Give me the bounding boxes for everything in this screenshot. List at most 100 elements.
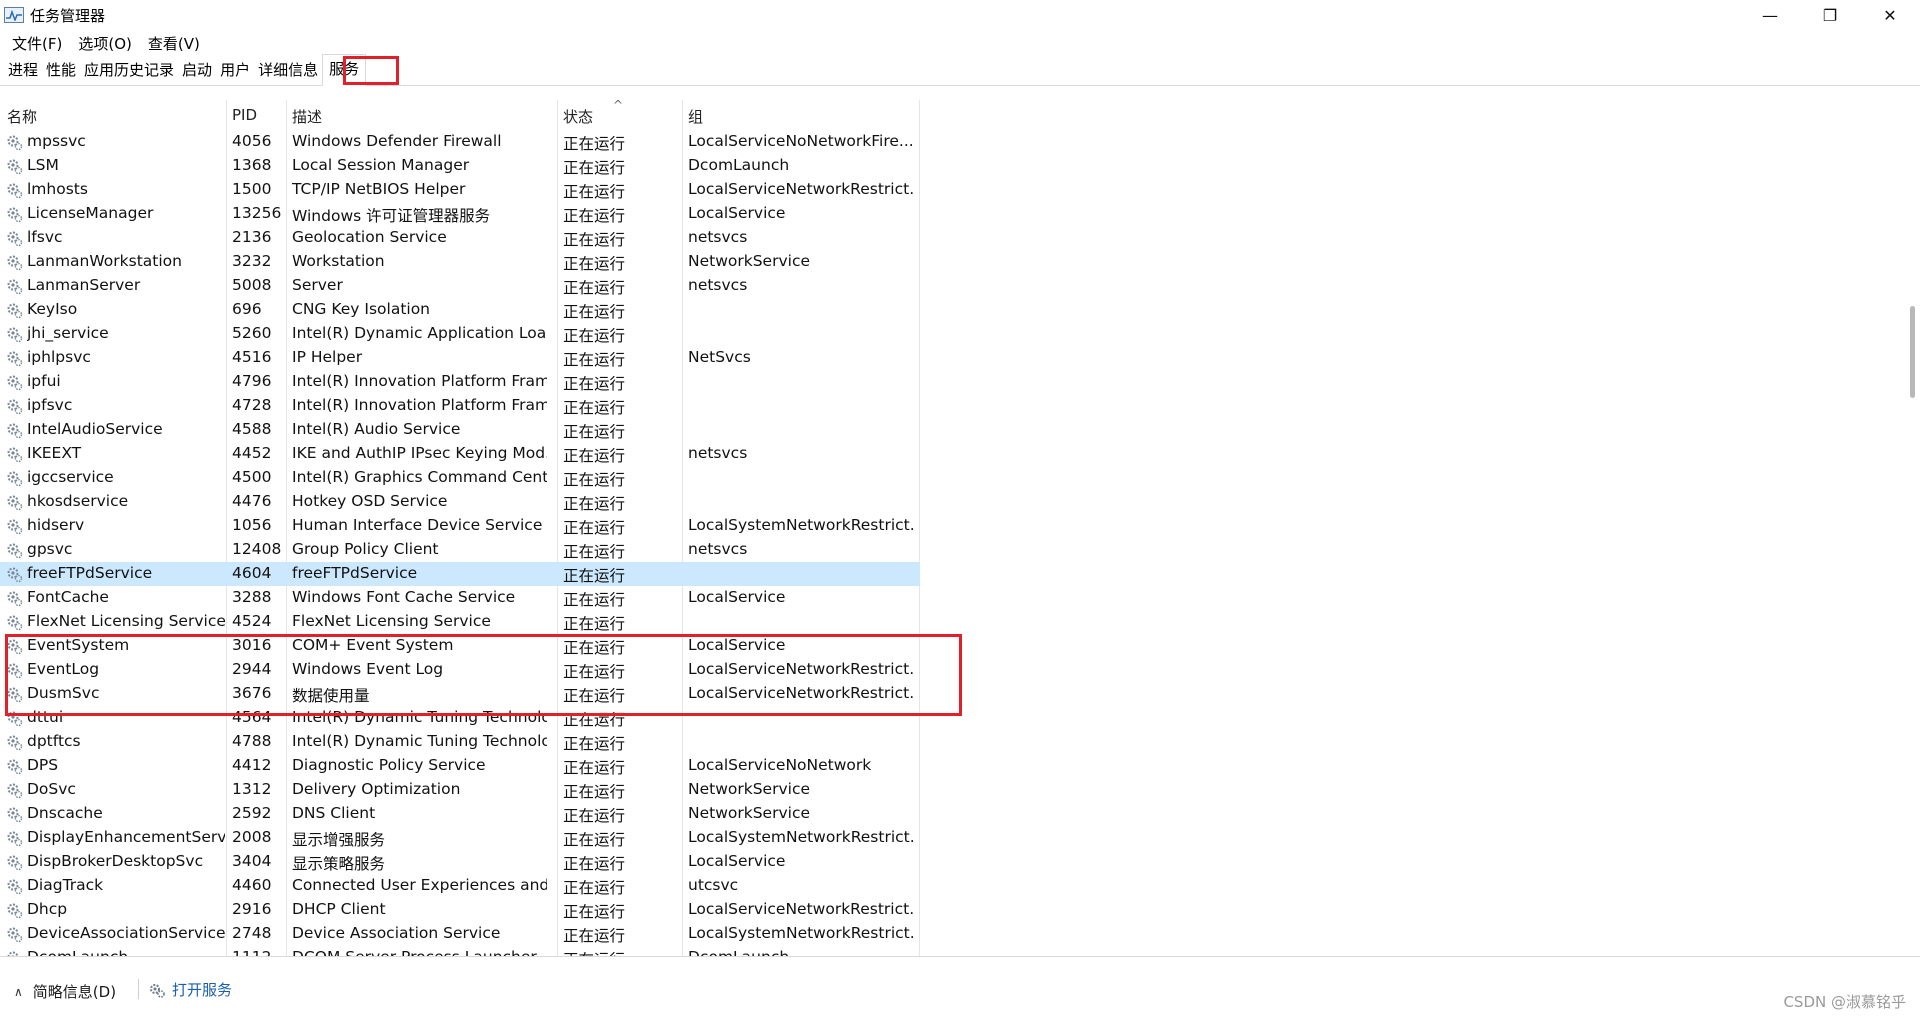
table-row[interactable]: DPS 4412 Diagnostic Policy Service 正在运行 Loca… [0,754,920,778]
menu-file[interactable]: 文件(F) [4,31,70,56]
service-group: utcsvc [688,876,739,894]
minimize-button[interactable]: — [1740,0,1800,30]
service-name: LSM [27,156,59,174]
service-description: Windows Defender Firewall [292,132,502,150]
scrollbar-thumb[interactable] [1910,306,1915,398]
table-row[interactable]: LanmanWorkstation 3232 Workstation 正在运行 Netw… [0,250,920,274]
open-services-link[interactable]: 打开服务 [148,979,232,1000]
service-group: LocalSystemNetworkRestrict... [688,516,913,534]
tab-users[interactable]: 用户 [216,56,254,85]
service-status: 正在运行 [563,927,626,945]
table-row[interactable]: gpsvc 12408 Group Policy Client 正在运行 netsvcs [0,538,920,562]
open-services-label: 打开服务 [172,981,233,999]
close-button[interactable]: ✕ [1860,0,1920,30]
table-row[interactable]: FontCache 3288 Windows Font Cache Service 正… [0,586,920,610]
service-description: IKE and AuthIP IPsec Keying Mod... [292,444,547,462]
table-row[interactable]: DoSvc 1312 Delivery Optimization 正在运行 Networ… [0,778,920,802]
service-name: hkosdservice [27,492,129,510]
tab-performance[interactable]: 性能 [42,56,80,85]
restore-button[interactable]: ❐ [1800,0,1860,30]
menu-view[interactable]: 查看(V) [140,31,208,56]
service-status: 正在运行 [563,255,626,273]
service-name: IntelAudioService [27,420,163,438]
menu-options[interactable]: 选项(O) [70,31,140,56]
service-pid: 4516 [232,348,272,366]
table-row[interactable]: Dhcp 2916 DHCP Client 正在运行 LocalServiceNetwo… [0,898,920,922]
service-pid: 4056 [232,132,272,150]
table-row[interactable]: KeyIso 696 CNG Key Isolation 正在运行 [0,298,920,322]
services-gear-icon [150,983,165,998]
service-pid: 4728 [232,396,272,414]
table-row[interactable]: LicenseManager 13256 Windows 许可证管理器服务 正在运行 L… [0,202,920,226]
service-status: 正在运行 [563,735,626,753]
window-title: 任务管理器 [30,6,106,25]
service-pid: 4452 [232,444,272,462]
service-gear-icon [5,829,23,847]
service-status: 正在运行 [563,495,626,513]
table-row[interactable]: IKEEXT 4452 IKE and AuthIP IPsec Keying Mo… [0,442,920,466]
table-row[interactable]: lfsvc 2136 Geolocation Service 正在运行 netsvcs [0,226,920,250]
service-pid: 1056 [232,516,272,534]
table-row[interactable]: LanmanServer 5008 Server 正在运行 netsvcs [0,274,920,298]
service-name: lmhosts [27,180,88,198]
service-name: lfsvc [27,228,63,246]
service-status: 正在运行 [563,783,626,801]
service-name: ipfui [27,372,61,390]
service-gear-icon [5,205,23,223]
column-header-status[interactable]: 状态 [563,106,593,127]
service-name: mpssvc [27,132,86,150]
tab-processes[interactable]: 进程 [4,56,42,85]
service-description: Intel(R) Dynamic Tuning Technolo... [292,732,547,750]
table-row[interactable]: mpssvc 4056 Windows Defender Firewall 正在运行 L… [0,130,920,154]
service-name: jhi_service [27,324,109,342]
service-description: TCP/IP NetBIOS Helper [292,180,466,198]
service-description: Intel(R) Audio Service [292,420,461,438]
table-row[interactable]: DisplayEnhancementServ... 2008 显示增强服务 正在运行 L… [0,826,920,850]
table-row[interactable]: igccservice 4500 Intel(R) Graphics Command… [0,466,920,490]
table-row[interactable]: ipfui 4796 Intel(R) Innovation Platform Fr… [0,370,920,394]
service-description: FlexNet Licensing Service [292,612,491,630]
table-row[interactable]: freeFTPdService 4604 freeFTPdService 正在运行 [0,562,920,586]
service-group: LocalServiceNoNetwork [688,756,872,774]
column-header-description[interactable]: 描述 [292,106,322,127]
service-status: 正在运行 [563,948,677,956]
table-row[interactable]: dptftcs 4788 Intel(R) Dynamic Tuning Techn… [0,730,920,754]
table-row[interactable]: hidserv 1056 Human Interface Device Servic… [0,514,920,538]
service-description: DCOM Server Process Launcher [292,948,547,956]
service-status: 正在运行 [563,327,626,345]
tab-details[interactable]: 详细信息 [254,56,322,85]
table-row[interactable]: jhi_service 5260 Intel(R) Dynamic Applicat… [0,322,920,346]
service-gear-icon [5,565,23,583]
table-row[interactable]: IntelAudioService 4588 Intel(R) Audio Serv… [0,418,920,442]
table-row[interactable]: lmhosts 1500 TCP/IP NetBIOS Helper 正在运行 Loca… [0,178,920,202]
service-gear-icon [5,445,23,463]
service-status: 正在运行 [563,207,626,225]
table-row[interactable]: DispBrokerDesktopSvc 3404 显示策略服务 正在运行 LocalS… [0,850,920,874]
footer-divider [138,979,139,999]
chevron-up-icon: ∧ [14,984,23,999]
fewer-details-button[interactable]: ∧ 简略信息(D) [14,981,116,1002]
service-pid: 3404 [232,852,272,870]
service-description: Device Association Service [292,924,501,942]
vertical-scrollbar[interactable] [1904,100,1920,956]
table-row[interactable]: iphlpsvc 4516 IP Helper 正在运行 NetSvcs [0,346,920,370]
table-row[interactable]: ipfsvc 4728 Intel(R) Innovation Platform F… [0,394,920,418]
service-description: DNS Client [292,804,376,822]
table-row[interactable]: DeviceAssociationService 2748 Device Assoc… [0,922,920,946]
service-name: freeFTPdService [27,564,153,582]
column-header-name[interactable]: 名称 [7,106,37,127]
tab-app-history[interactable]: 应用历史记录 [80,56,178,85]
table-row[interactable]: DcomLaunch 1112 DCOM Server Process Launch… [0,946,920,956]
column-header-group[interactable]: 组 [688,106,703,127]
service-pid: 1368 [232,156,272,174]
service-name: LanmanServer [27,276,141,294]
tab-startup[interactable]: 启动 [178,56,216,85]
sort-ascending-icon: ^ [613,100,624,112]
service-status: 正在运行 [563,903,626,921]
table-row[interactable]: hkosdservice 4476 Hotkey OSD Service 正在运行 [0,490,920,514]
table-row[interactable]: Dnscache 2592 DNS Client 正在运行 NetworkService [0,802,920,826]
table-row[interactable]: DiagTrack 4460 Connected User Experiences … [0,874,920,898]
table-row[interactable]: FlexNet Licensing Service 4524 FlexNet Lic… [0,610,920,634]
column-header-pid[interactable]: PID [232,106,257,124]
table-row[interactable]: LSM 1368 Local Session Manager 正在运行 DcomLaun… [0,154,920,178]
